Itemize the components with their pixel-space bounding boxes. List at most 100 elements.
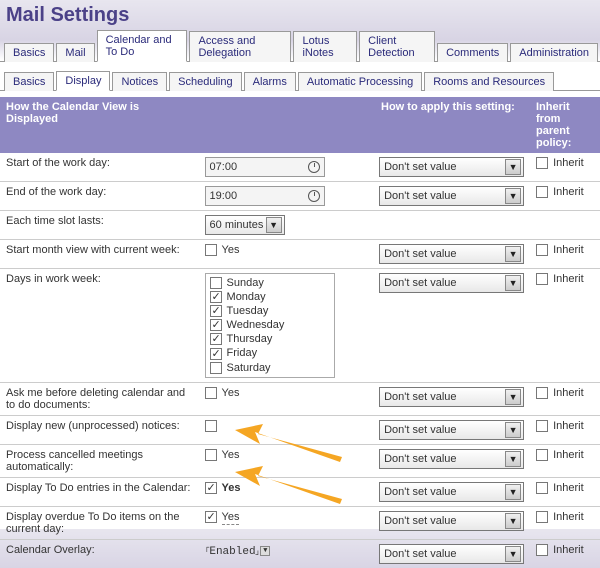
apply-dropdown[interactable]: Don't set value ▼ — [379, 244, 524, 264]
header-spacer — [200, 97, 375, 153]
day-checkbox[interactable] — [210, 348, 222, 360]
day-checkbox[interactable] — [210, 362, 222, 374]
day-option-monday[interactable]: Monday — [210, 290, 330, 304]
apply-dropdown[interactable]: Don't set value▼ — [379, 157, 524, 177]
dispnew-checkbox[interactable] — [205, 420, 217, 432]
day-option-sunday[interactable]: Sunday — [210, 276, 330, 290]
dropdown-value: Don't set value — [384, 453, 456, 465]
askdel-checkbox[interactable] — [205, 387, 217, 399]
inherit-label: Inherit — [553, 544, 584, 556]
apply-dropdown[interactable]: Don't set value ▼ — [379, 420, 524, 440]
dispoverdue-checkbox[interactable] — [205, 511, 217, 523]
inherit-label: Inherit — [553, 420, 584, 432]
apply-dropdown[interactable]: Don't set value ▼ — [379, 544, 524, 564]
apply-dropdown[interactable]: Don't set value▼ — [379, 273, 524, 293]
tab-mail[interactable]: Mail — [56, 43, 94, 62]
inherit-label: Inherit — [553, 273, 584, 285]
apply-dropdown[interactable]: Don't set value▼ — [379, 482, 524, 502]
header-inherit: Inherit from parent policy: — [530, 97, 600, 153]
day-option-wednesday[interactable]: Wednesday — [210, 318, 330, 332]
inherit-checkbox[interactable] — [536, 244, 548, 256]
inherit-checkbox[interactable] — [536, 186, 548, 198]
inherit-label: Inherit — [553, 387, 584, 399]
inherit-checkbox[interactable] — [536, 511, 548, 523]
dropdown-value: Don't set value — [384, 548, 456, 560]
dropdown-value: Don't set value — [384, 248, 456, 260]
chevron-down-icon: ▼ — [505, 246, 521, 262]
dropdown-value: Don't set value — [384, 190, 456, 202]
subtab-basics[interactable]: Basics — [4, 72, 54, 91]
inherit-checkbox[interactable] — [536, 387, 548, 399]
start-time-input[interactable]: 07:00 — [205, 157, 325, 177]
apply-dropdown[interactable]: Don't set value▼ — [379, 511, 524, 531]
subtab-automatic-processing[interactable]: Automatic Processing — [298, 72, 422, 91]
inherit-checkbox[interactable] — [536, 420, 548, 432]
tab-lotus-inotes[interactable]: Lotus iNotes — [293, 31, 357, 62]
disptodo-checkbox[interactable] — [205, 482, 217, 494]
subtab-notices[interactable]: Notices — [112, 72, 167, 91]
day-checkbox[interactable] — [210, 291, 222, 303]
tab-access-and-delegation[interactable]: Access and Delegation — [189, 31, 291, 62]
subtab-scheduling[interactable]: Scheduling — [169, 72, 241, 91]
inherit-checkbox[interactable] — [536, 449, 548, 461]
day-label: Tuesday — [227, 305, 269, 317]
tab-calendar-and-to-do[interactable]: Calendar and To Do — [97, 30, 188, 62]
day-label: Monday — [227, 291, 266, 303]
tab-administration[interactable]: Administration — [510, 43, 598, 62]
subtab-rooms-and-resources[interactable]: Rooms and Resources — [424, 72, 554, 91]
main-tabbar: BasicsMailCalendar and To DoAccess and D… — [0, 29, 600, 62]
chevron-down-icon: ▼ — [505, 546, 521, 562]
day-checkbox[interactable] — [210, 277, 222, 289]
label-disp-new: Display new (unprocessed) notices: — [0, 415, 199, 444]
overlay-field[interactable]: ┌Enabled┘▼ — [205, 546, 271, 558]
tab-comments[interactable]: Comments — [437, 43, 508, 62]
chevron-down-icon: ▼ — [505, 513, 521, 529]
inherit-label: Inherit — [553, 449, 584, 461]
proc-checkbox[interactable] — [205, 449, 217, 461]
apply-dropdown[interactable]: Don't set value▼ — [379, 449, 524, 469]
label-ask-delete: Ask me before deleting calendar and to d… — [0, 382, 199, 415]
inherit-label: Inherit — [553, 511, 584, 523]
clock-icon — [308, 190, 320, 202]
yes-label: Yes — [222, 244, 240, 256]
days-listbox[interactable]: SundayMonday TuesdayWednesdayThursdayFrid… — [205, 273, 335, 378]
label-overlay: Calendar Overlay: — [0, 539, 199, 568]
tab-client-detection[interactable]: Client Detection — [359, 31, 435, 62]
label-start-day: Start of the work day: — [0, 153, 199, 182]
inherit-checkbox[interactable] — [536, 482, 548, 494]
label-disp-overdue: Display overdue To Do items on the curre… — [0, 506, 199, 539]
inherit-label: Inherit — [553, 157, 584, 169]
inherit-checkbox[interactable] — [536, 544, 548, 556]
day-option-tuesday[interactable]: Tuesday — [210, 304, 330, 318]
subtab-alarms[interactable]: Alarms — [244, 72, 296, 91]
apply-dropdown[interactable]: Don't set value▼ — [379, 387, 524, 407]
sub-tabbar: BasicsDisplayNoticesSchedulingAlarmsAuto… — [0, 70, 600, 91]
inherit-checkbox[interactable] — [536, 273, 548, 285]
chevron-down-icon: ▼ — [505, 422, 521, 438]
day-option-friday[interactable]: Friday — [210, 346, 330, 360]
header-apply: How to apply this setting: — [375, 97, 530, 153]
dropdown-value: Don't set value — [384, 486, 456, 498]
label-days: Days in work week: — [0, 269, 199, 383]
tab-basics[interactable]: Basics — [4, 43, 54, 62]
label-disp-todo: Display To Do entries in the Calendar: — [0, 477, 199, 506]
startmonth-checkbox[interactable] — [205, 244, 217, 256]
apply-dropdown[interactable]: Don't set value ▼ — [379, 186, 524, 206]
subtab-display[interactable]: Display — [56, 71, 110, 91]
chevron-down-icon: ▼ — [505, 389, 521, 405]
end-time-value: 19:00 — [210, 190, 238, 202]
slot-dropdown[interactable]: 60 minutes▼ — [205, 215, 285, 235]
dropdown-value: Don't set value — [384, 424, 456, 436]
chevron-down-icon: ▼ — [505, 188, 521, 204]
day-option-thursday[interactable]: Thursday — [210, 332, 330, 346]
day-checkbox[interactable] — [210, 305, 222, 317]
end-time-input[interactable]: 19:00 — [205, 186, 325, 206]
day-checkbox[interactable] — [210, 319, 222, 331]
inherit-label: Inherit — [553, 186, 584, 198]
dropdown-value: 60 minutes — [210, 219, 264, 231]
page-title: Mail Settings — [0, 0, 600, 29]
label-end-day: End of the work day: — [0, 182, 199, 211]
day-option-saturday[interactable]: Saturday — [210, 361, 330, 375]
inherit-checkbox[interactable] — [536, 157, 548, 169]
day-checkbox[interactable] — [210, 333, 222, 345]
